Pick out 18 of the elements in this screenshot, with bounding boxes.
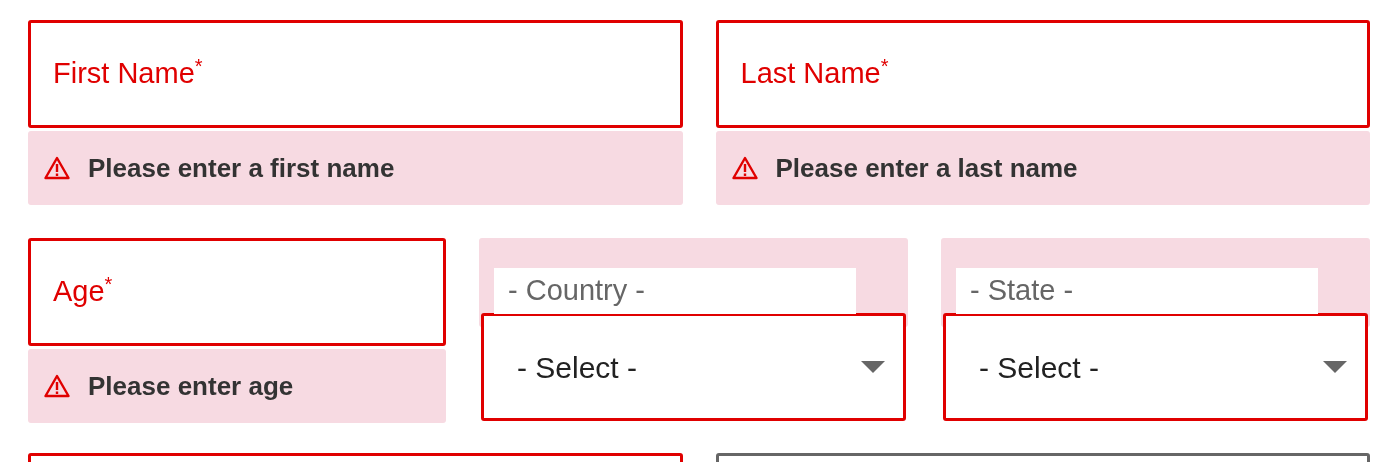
text-field[interactable]: Last Name$^{*}$ (715, 20, 1370, 128)
warning-icon (731, 156, 758, 180)
error-message: Please enter age (28, 349, 446, 423)
select-field[interactable]: - Select - (943, 313, 1368, 421)
caret-icon (861, 361, 885, 373)
warning-icon (44, 156, 70, 180)
field-label: Last Name$^{*}$ (740, 54, 889, 92)
field-label: First Name$^{*}$ (53, 54, 203, 92)
error-message: Please enter a first name (28, 131, 683, 205)
text-field[interactable]: First Name$^{*}$ (28, 20, 683, 128)
select-label: - State - (956, 268, 1318, 314)
select-label: - Country - (494, 268, 856, 314)
caret-icon (1323, 361, 1347, 373)
error-message: Please enter a last name (715, 131, 1370, 205)
text-field[interactable]: Age$^{*}$ (28, 238, 446, 346)
select-field[interactable]: - Select - (481, 313, 906, 421)
warning-icon (44, 374, 70, 398)
field-label: Age$^{*}$ (53, 272, 113, 310)
